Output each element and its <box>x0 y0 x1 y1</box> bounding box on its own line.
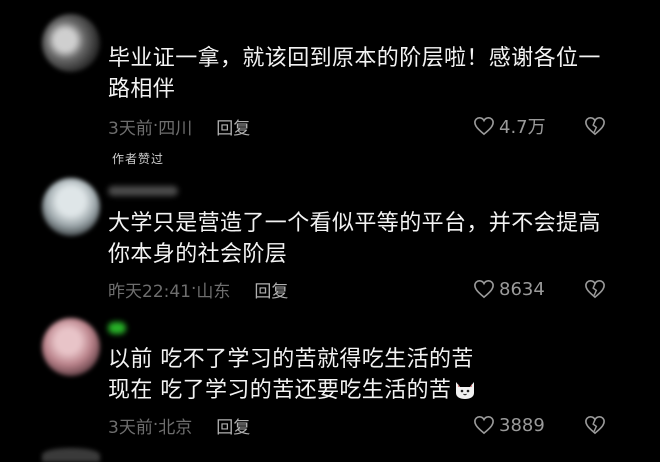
comment-text-line: 现在 吃了学习的苦还要吃生活的苦 <box>108 378 452 403</box>
reply-button[interactable]: 回复 <box>216 114 250 139</box>
comment-meta: 3天前 · 四川 回复 <box>108 113 250 139</box>
like-button[interactable]: 4.7万 <box>473 113 546 139</box>
username-blurred <box>108 186 178 196</box>
reply-button[interactable]: 回复 <box>254 277 288 302</box>
comment-time: 3天前 <box>108 417 153 438</box>
broken-heart-icon <box>585 415 605 435</box>
like-count: 3889 <box>499 414 545 436</box>
broken-heart-icon <box>585 279 605 299</box>
comment-location: 四川 <box>158 118 193 139</box>
broken-heart-icon <box>585 116 605 136</box>
reply-button[interactable]: 回复 <box>216 413 250 438</box>
username-blurred <box>108 322 126 334</box>
avatar[interactable] <box>42 14 100 72</box>
comment-time: 昨天22:41 <box>108 281 191 302</box>
like-count: 4.7万 <box>499 117 546 138</box>
author-liked-badge: 作者赞过 <box>112 152 165 166</box>
comment-meta: 昨天22:41 · 山东 回复 <box>108 276 288 302</box>
comment-time: 3天前 <box>108 118 153 139</box>
heart-outline-icon <box>474 279 494 299</box>
comment-location: 北京 <box>158 417 193 438</box>
comment-text: 毕业证一拿，就该回到原本的阶层啦！感谢各位一 路相伴 <box>108 46 601 102</box>
cat-face-emoji <box>456 382 475 399</box>
comment-list: 毕业证一拿，就该回到原本的阶层啦！感谢各位一 路相伴 3天前 · 四川 回复 4… <box>8 0 658 462</box>
dislike-button[interactable] <box>584 113 606 139</box>
like-button[interactable]: 3889 <box>473 412 545 438</box>
heart-outline-icon <box>474 116 494 136</box>
heart-outline-icon <box>474 415 494 435</box>
comment-location: 山东 <box>196 281 231 302</box>
avatar[interactable] <box>42 178 100 236</box>
comment-text: 大学只是营造了一个看似平等的平台，并不会提高 你本身的社会阶层 <box>108 211 601 267</box>
like-button[interactable]: 8634 <box>473 276 545 302</box>
comment-meta: 3天前 · 北京 回复 <box>108 412 250 438</box>
avatar[interactable] <box>42 318 100 376</box>
avatar[interactable] <box>42 448 100 462</box>
comment-text: 以前 吃不了学习的苦就得吃生活的苦 现在 吃了学习的苦还要吃生活的苦 <box>108 344 618 406</box>
dislike-button[interactable] <box>584 412 606 438</box>
like-count: 8634 <box>499 278 545 300</box>
dislike-button[interactable] <box>584 276 606 302</box>
